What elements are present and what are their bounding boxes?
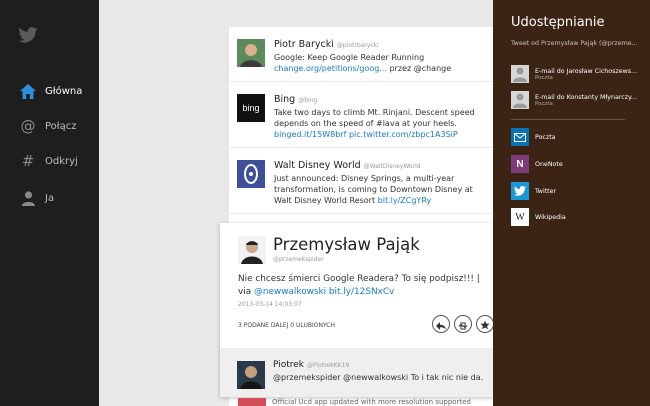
- reply-tweet[interactable]: Piotrek @PiotrekKK19 @przemekspider @neww…: [220, 348, 493, 397]
- tweet-text: Take two days to climb Mt. Rinjani. Desc…: [274, 108, 475, 139]
- twitter-icon: [511, 182, 529, 200]
- tweet-link[interactable]: @newwalkowski bit.ly/12SNxCv: [254, 287, 394, 297]
- onenote-icon: N: [511, 155, 529, 173]
- share-app-twitter[interactable]: Twitter: [511, 182, 644, 200]
- expanded-tweet-card: Przemysław Pająk @przemekspider Nie chce…: [220, 223, 494, 397]
- share-charm-pane: Udostępnianie Tweet od Przemysław Pająk …: [493, 0, 650, 406]
- tweet-author-name: Przemysław Pająk: [273, 235, 420, 254]
- avatar: [238, 398, 266, 406]
- favorite-button[interactable]: [476, 315, 494, 333]
- retweet-icon: [458, 315, 468, 334]
- tweet-text: Google: Keep Google Reader Running chang…: [274, 53, 452, 73]
- mail-icon: [511, 128, 529, 146]
- tweet-item[interactable]: Walt Disney World @WaltDisneyWorld Just a…: [229, 148, 493, 214]
- at-icon: @: [20, 117, 36, 135]
- home-icon: [19, 82, 37, 100]
- tweet-item[interactable]: Piotr Barycki @piotrbarycki Google: Keep …: [229, 27, 493, 82]
- tweet-author-handle: @przemekspider: [273, 256, 324, 263]
- nav-item-connect[interactable]: @ Połącz: [0, 113, 99, 139]
- contact-app: Poczta: [535, 100, 553, 107]
- nav-item-me[interactable]: Ja: [0, 185, 99, 211]
- avatar: [237, 160, 265, 188]
- tweet-link[interactable]: change.org/petitions/goog...: [274, 64, 387, 73]
- share-contact-item[interactable]: E-mail do Konstanty Młynarczy... Poczta: [511, 91, 644, 109]
- nav-item-label: Ja: [45, 192, 55, 204]
- contact-label: E-mail do Jarosław Cichoszews...: [535, 67, 638, 75]
- person-icon: [19, 189, 37, 207]
- tweet-link[interactable]: bit.ly/ZCgYRy: [378, 196, 432, 205]
- nav-item-label: Główna: [45, 85, 83, 97]
- app-label: Poczta: [535, 133, 556, 141]
- app-label: Twitter: [535, 187, 557, 195]
- tweet-timestamp: 2013-03-14 14:03:07: [238, 301, 302, 308]
- tweet-item-partial: Official Ucd app updated with more resol…: [238, 398, 490, 406]
- reply-button[interactable]: [432, 315, 450, 333]
- avatar: [237, 39, 265, 67]
- tweet-author: Bing @bing: [274, 94, 318, 105]
- nav-item-home[interactable]: Główna: [0, 78, 99, 104]
- share-app-onenote[interactable]: N OneNote: [511, 155, 644, 173]
- navigation-pane: Główna @ Połącz # Odkryj Ja: [0, 0, 99, 406]
- contact-label: E-mail do Konstanty Młynarczy...: [535, 93, 637, 101]
- contact-app: Poczta: [535, 74, 553, 81]
- reply-author: Piotrek @PiotrekKK19: [273, 360, 350, 370]
- star-icon: [480, 315, 490, 334]
- nav-item-label: Odkryj: [45, 155, 78, 167]
- tweet-author: Piotr Barycki @piotrbarycki: [274, 39, 379, 50]
- tweet-stats: 3 PODANE DALEJ 0 ULUBIONYCH: [238, 322, 335, 329]
- contact-avatar-icon: [511, 91, 529, 109]
- retweet-button[interactable]: [454, 315, 472, 333]
- tweet-text: Official Ucd app updated with more resol…: [272, 398, 471, 406]
- share-app-wikipedia[interactable]: W Wikipedia: [511, 208, 644, 226]
- app-label: Wikipedia: [535, 213, 566, 221]
- contact-avatar-icon: [511, 65, 529, 83]
- tweet-item[interactable]: bing Bing @bing Take two days to climb Mt…: [229, 82, 493, 148]
- twitter-logo-icon: [18, 27, 38, 43]
- nav-item-label: Połącz: [45, 120, 77, 132]
- avatar: bing: [237, 94, 265, 122]
- wikipedia-icon: W: [511, 208, 529, 226]
- share-app-mail[interactable]: Poczta: [511, 128, 644, 146]
- tweet-author: Walt Disney World @WaltDisneyWorld: [274, 160, 421, 171]
- tweet-actions: [432, 315, 494, 333]
- tweet-text: Nie chcesz śmierci Google Readera? To si…: [238, 274, 480, 297]
- tweet-text: Just announced: Disney Springs, a multi-…: [274, 174, 473, 205]
- share-title: Udostępnianie: [511, 15, 605, 30]
- avatar: [237, 361, 265, 389]
- tweet-link[interactable]: binged.it/15W8brf pic.twitter.com/zbpc1A…: [274, 130, 458, 139]
- share-subtitle: Tweet od Przemysław Pająk (@przeme...: [511, 40, 638, 47]
- reply-icon: [436, 315, 446, 334]
- share-contact-item[interactable]: E-mail do Jarosław Cichoszews... Poczta: [511, 65, 644, 83]
- divider: [511, 119, 625, 120]
- hash-icon: #: [21, 152, 35, 170]
- app-label: OneNote: [535, 160, 563, 168]
- avatar: [238, 236, 266, 264]
- nav-item-discover[interactable]: # Odkryj: [0, 148, 99, 174]
- reply-text: @przemekspider @newwalkowski To i tak ni…: [273, 373, 484, 382]
